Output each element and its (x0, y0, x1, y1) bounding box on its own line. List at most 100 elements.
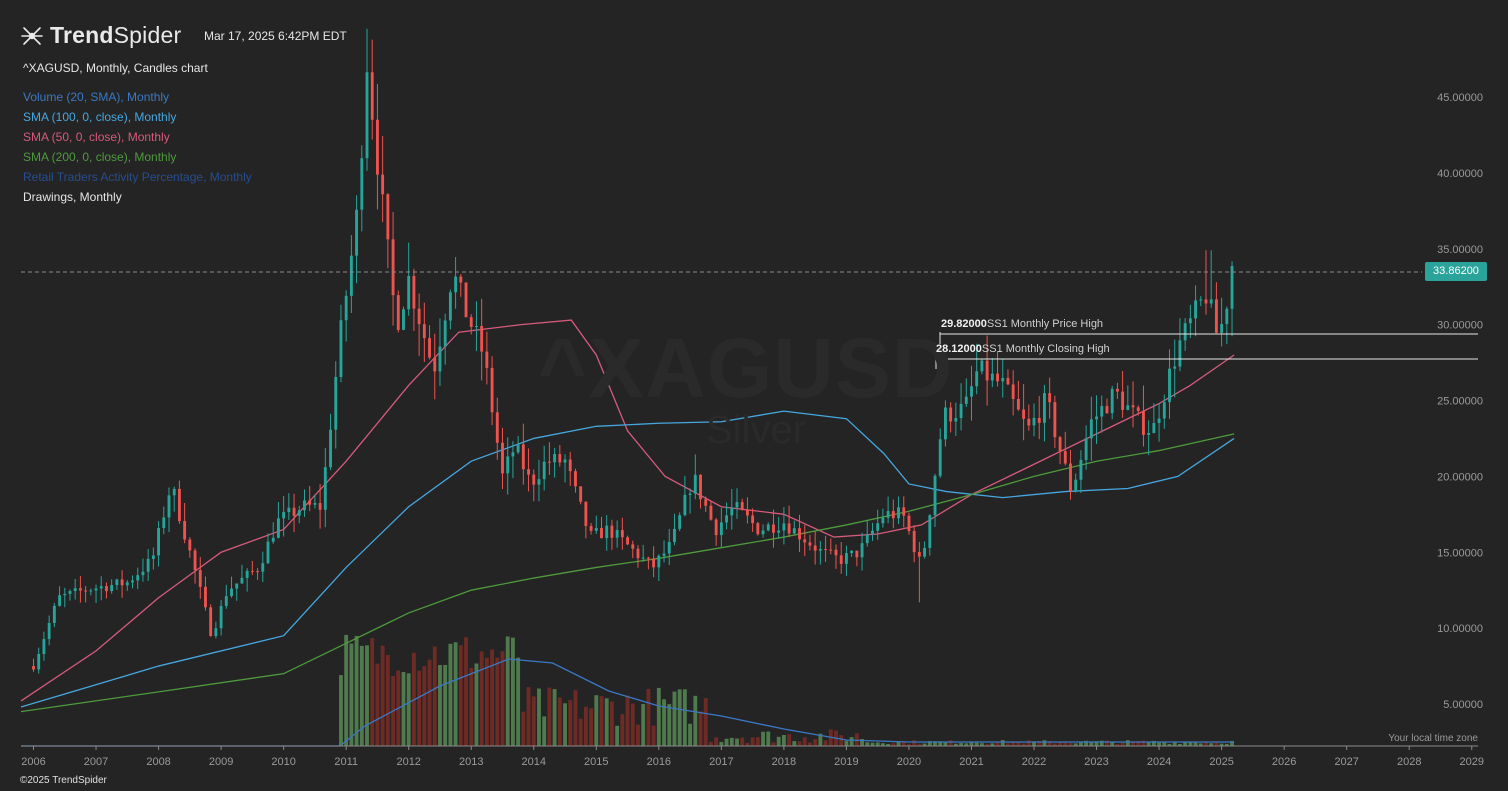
candle-body (1084, 438, 1088, 460)
volume-bar (630, 703, 635, 746)
candle-body (475, 326, 478, 328)
candle-body (323, 467, 327, 510)
volume-bar (912, 740, 917, 746)
x-tick-label: 2006 (21, 756, 45, 768)
candle-body (818, 548, 822, 551)
volume-bar (474, 663, 479, 746)
candle-body (646, 557, 650, 559)
candle-body (1168, 368, 1171, 403)
candle-body (756, 523, 760, 535)
legend-volume-sma[interactable]: Volume (20, SMA), Monthly (23, 87, 252, 107)
candle-body (860, 543, 864, 558)
candle-body (792, 528, 796, 534)
candle-body (422, 324, 426, 339)
candle-body (745, 509, 749, 516)
candle-body (1204, 299, 1208, 304)
volume-bar (385, 655, 390, 746)
volume-bar (500, 651, 505, 746)
legend-sma-50[interactable]: SMA (50, 0, close), Monthly (23, 127, 252, 147)
x-tick-label: 2015 (584, 756, 608, 768)
candle-body (725, 515, 729, 523)
legend-sma-200[interactable]: SMA (200, 0, close), Monthly (23, 147, 252, 167)
candle-body (386, 194, 390, 240)
volume-bar (339, 675, 343, 746)
candle-body (183, 521, 187, 540)
candle-body (1126, 405, 1130, 410)
x-tick-label: 2018 (772, 756, 796, 768)
candle-body (177, 488, 181, 522)
candle-body (402, 309, 405, 330)
candle-body (766, 524, 770, 531)
legend-drawings[interactable]: Drawings, Monthly (23, 187, 252, 207)
legend-retail-traders[interactable]: Retail Traders Activity Percentage, Mont… (23, 167, 252, 187)
volume-bar (438, 664, 442, 746)
candle-body (245, 570, 249, 578)
candle-body (214, 628, 218, 637)
symbol-title[interactable]: ^XAGUSD, Monthly, Candles chart (23, 61, 208, 75)
candle-body (865, 534, 869, 544)
candle-body (99, 586, 103, 589)
candle-body (787, 523, 791, 534)
volume-bar (354, 635, 359, 746)
candle-body (78, 588, 82, 591)
candle-body (469, 317, 473, 327)
x-tick-label: 2017 (709, 756, 733, 768)
candle-body (1142, 410, 1145, 435)
candle-body (318, 503, 322, 510)
volume-bar (755, 737, 760, 746)
candle-body (376, 119, 379, 175)
candle-body (964, 396, 968, 404)
x-tick-label: 2009 (209, 756, 233, 768)
volume-bar (464, 637, 468, 746)
candle-body (980, 360, 984, 372)
y-tick-label: 20.00000 (1437, 471, 1483, 483)
candle-body (798, 528, 801, 540)
volume-bar (1125, 740, 1130, 746)
candle-body (63, 593, 67, 596)
volume-bar (594, 695, 599, 746)
candle-body (808, 542, 812, 546)
x-tick-label: 2008 (146, 756, 170, 768)
candle-body (652, 558, 656, 568)
brand-name: TrendSpider (50, 22, 182, 48)
candle-body (600, 527, 603, 539)
candle-body (1214, 299, 1218, 333)
candle-body (527, 469, 530, 475)
volume-bar (969, 742, 974, 746)
volume-bar (583, 706, 588, 746)
price-high-level-label[interactable]: 29.82000SS1 Monthly Price High (941, 318, 1103, 330)
volume-bar (406, 673, 411, 746)
legend-sma-100[interactable]: SMA (100, 0, close), Monthly (23, 107, 252, 127)
candle-body (417, 308, 421, 325)
candle-body (844, 553, 848, 564)
candle-body (464, 282, 468, 318)
x-tick-label: 2021 (959, 756, 983, 768)
volume-bar (854, 733, 859, 746)
candle-body (959, 403, 963, 418)
brand-logo: TrendSpider (20, 22, 181, 49)
volume-bar (516, 657, 521, 746)
volume-bar (656, 687, 661, 746)
volume-bar (589, 708, 594, 746)
candle-body (1079, 459, 1083, 480)
volume-bar (375, 663, 380, 746)
candle-body (876, 523, 880, 531)
candle-body (1095, 416, 1098, 420)
volume-bar (573, 690, 578, 746)
candle-body (1037, 417, 1041, 423)
candle-body (438, 346, 442, 372)
candle-body (136, 575, 140, 581)
volume-bar (844, 740, 849, 746)
candle-body (1074, 479, 1078, 492)
candle-body (1110, 388, 1114, 414)
volume-bar (521, 711, 526, 746)
volume-bar (750, 737, 755, 746)
volume-bar (563, 703, 567, 746)
candle-body (125, 582, 129, 586)
volume-bar (557, 697, 562, 746)
volume-bar (510, 637, 515, 746)
closing-high-level-label[interactable]: 28.12000SS1 Monthly Closing High (936, 343, 1110, 355)
candle-body (678, 515, 682, 529)
candle-body (1063, 451, 1067, 464)
x-tick-label: 2013 (459, 756, 483, 768)
